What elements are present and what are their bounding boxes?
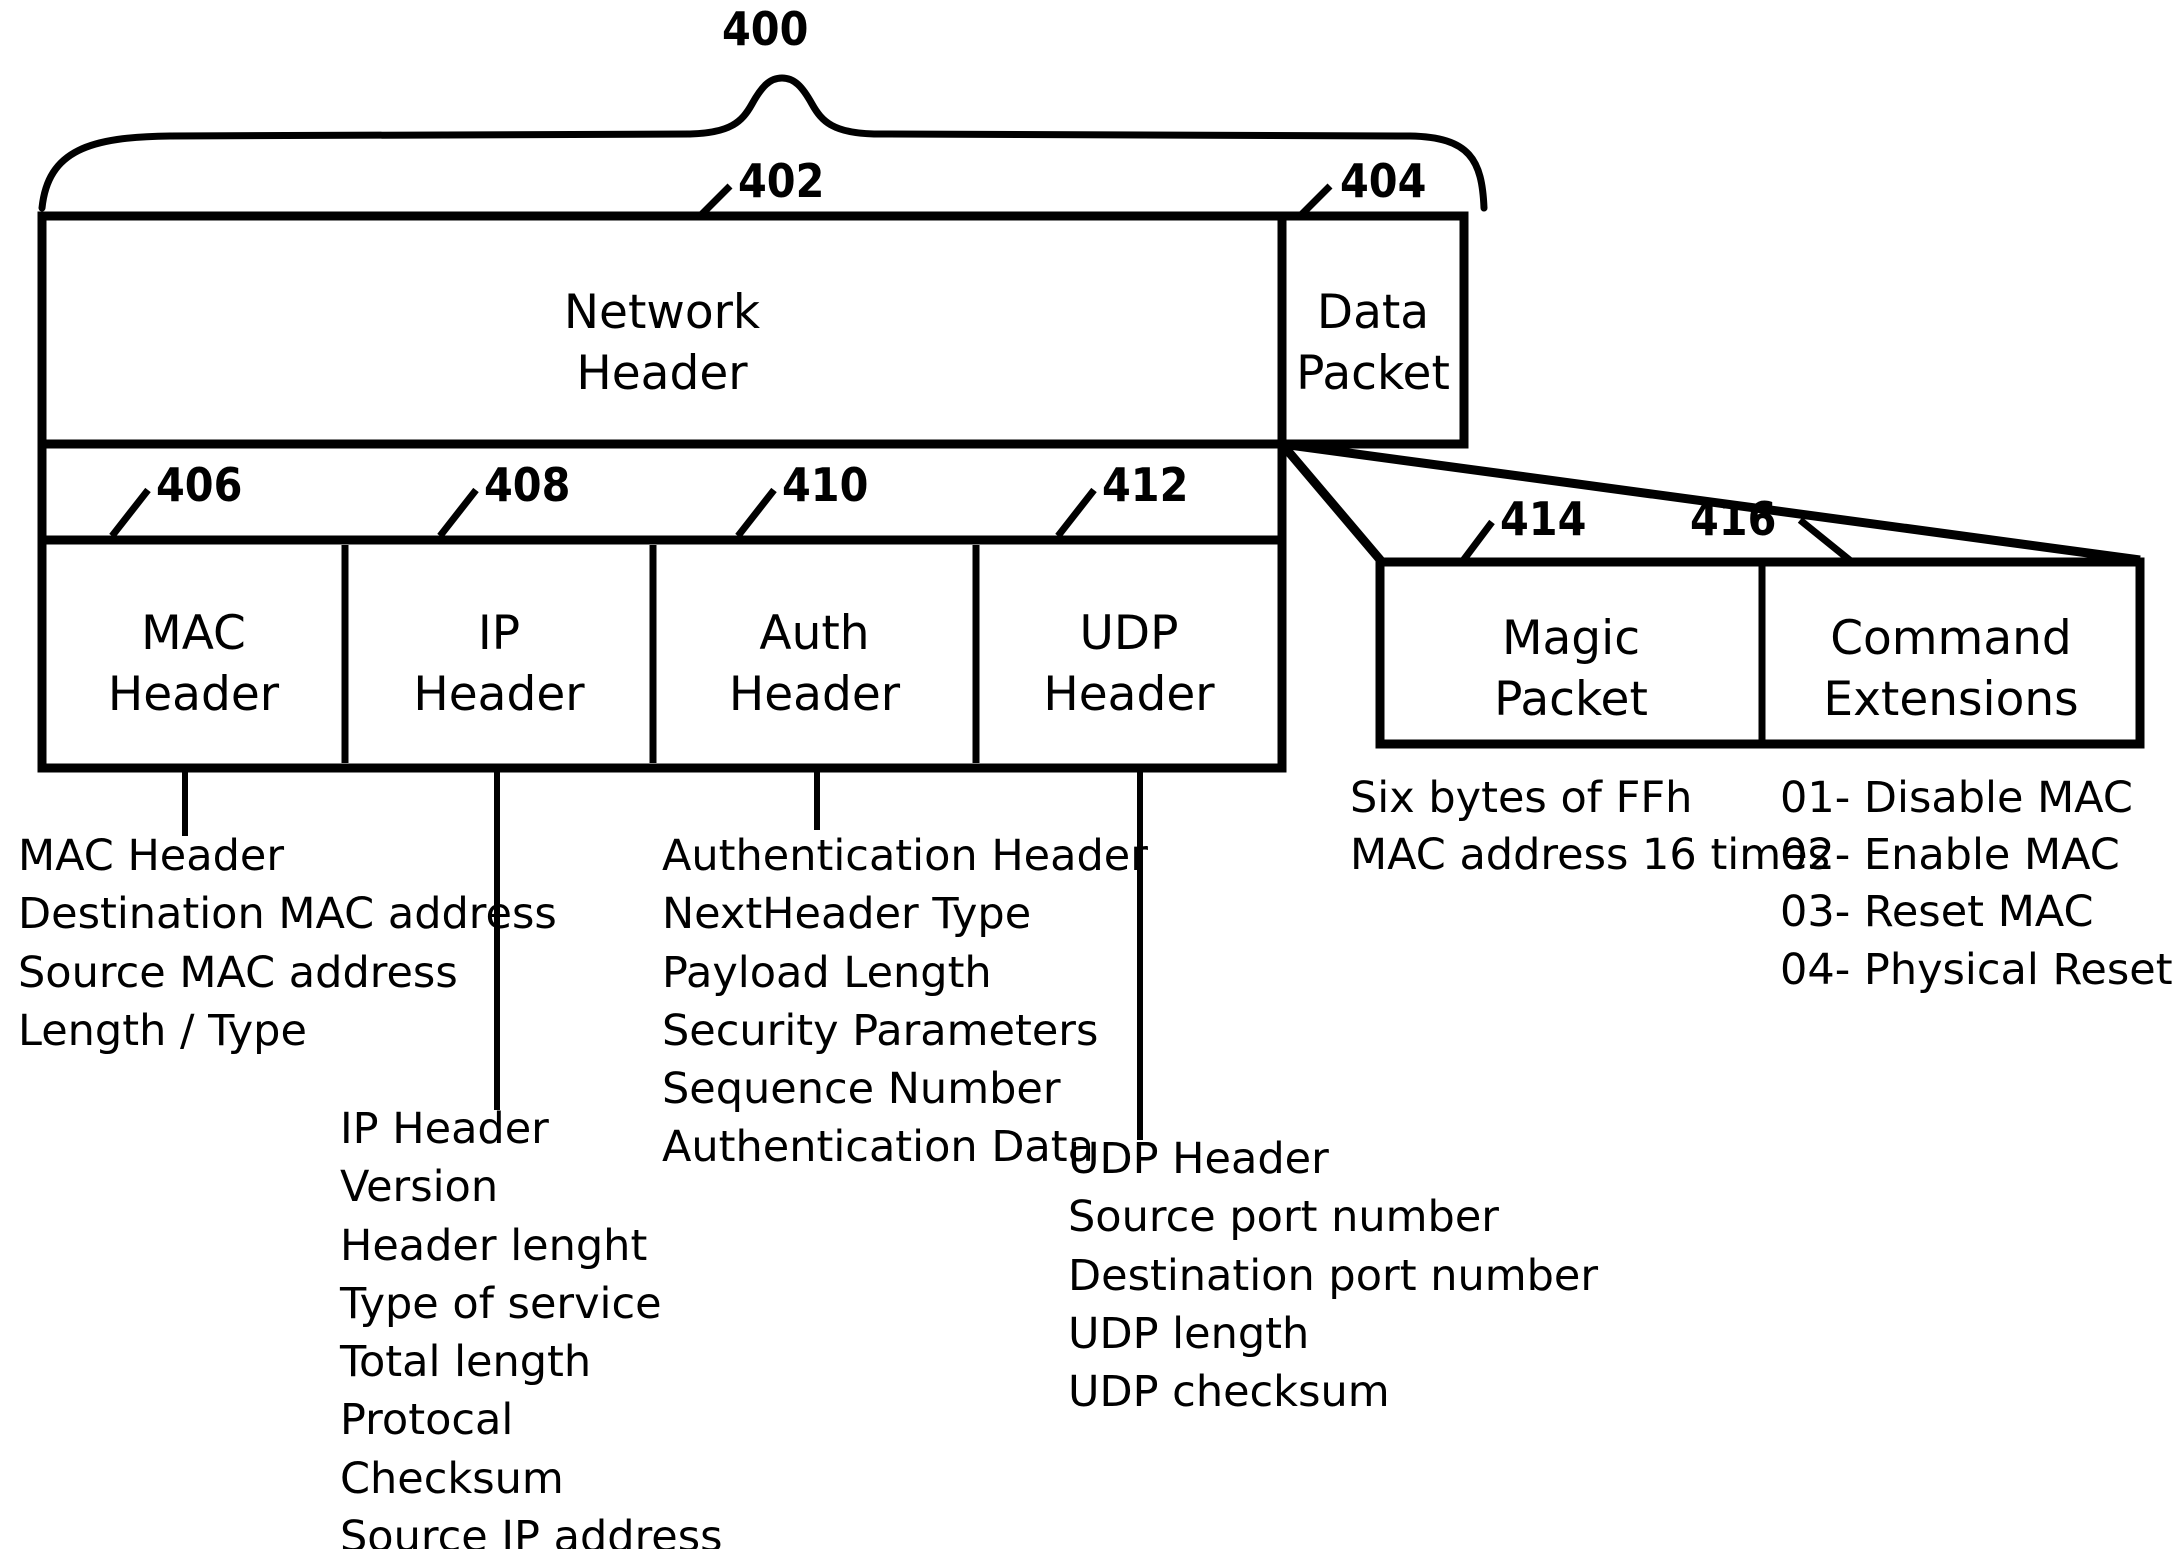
patent-figure-packet-structure: 400 402 404 406 408 410 412 414 416 Netw…: [0, 0, 2181, 1549]
details-udp-header: UDP Header Source port number Destinatio…: [1068, 1134, 1599, 1417]
reference-numeral-414: 414: [1500, 492, 1587, 546]
reference-numeral-410: 410: [782, 458, 869, 512]
reference-numeral-406: 406: [156, 458, 243, 512]
box-label-auth-header: Auth Header: [728, 606, 901, 723]
details-magic-packet: Six bytes of FFh MAC address 16 times: [1350, 773, 1830, 881]
reference-numeral-412: 412: [1102, 458, 1189, 512]
reference-numeral-402: 402: [738, 154, 825, 208]
box-label-magic-packet: Magic Packet: [1494, 611, 1648, 728]
details-auth-header: Authentication Header NextHeader Type Pa…: [662, 831, 1148, 1173]
leader-416: [1797, 517, 1855, 565]
reference-numeral-416: 416: [1690, 492, 1777, 546]
leader-412: [1055, 487, 1097, 539]
leader-414: [1459, 519, 1495, 565]
reference-numeral-404: 404: [1340, 154, 1427, 208]
box-label-ip-header: IP Header: [413, 606, 585, 723]
details-command-extensions: 01- Disable MAC 02- Enable MAC 03- Reset…: [1780, 773, 2173, 995]
box-label-command-extensions: Command Extensions: [1823, 611, 2079, 728]
leader-406: [109, 487, 151, 539]
box-label-network-header: Network Header: [563, 285, 761, 402]
box-label-data-packet: Data Packet: [1296, 285, 1450, 402]
leader-408: [437, 487, 479, 539]
box-label-udp-header: UDP Header: [1043, 606, 1215, 723]
expansion-wedge-lower: [1278, 441, 1386, 565]
box-label-mac-header: MAC Header: [107, 606, 280, 723]
reference-numeral-400: 400: [722, 2, 809, 56]
details-mac-header: MAC Header Destination MAC address Sourc…: [18, 831, 557, 1056]
reference-numeral-408: 408: [484, 458, 571, 512]
leader-410: [735, 487, 777, 539]
